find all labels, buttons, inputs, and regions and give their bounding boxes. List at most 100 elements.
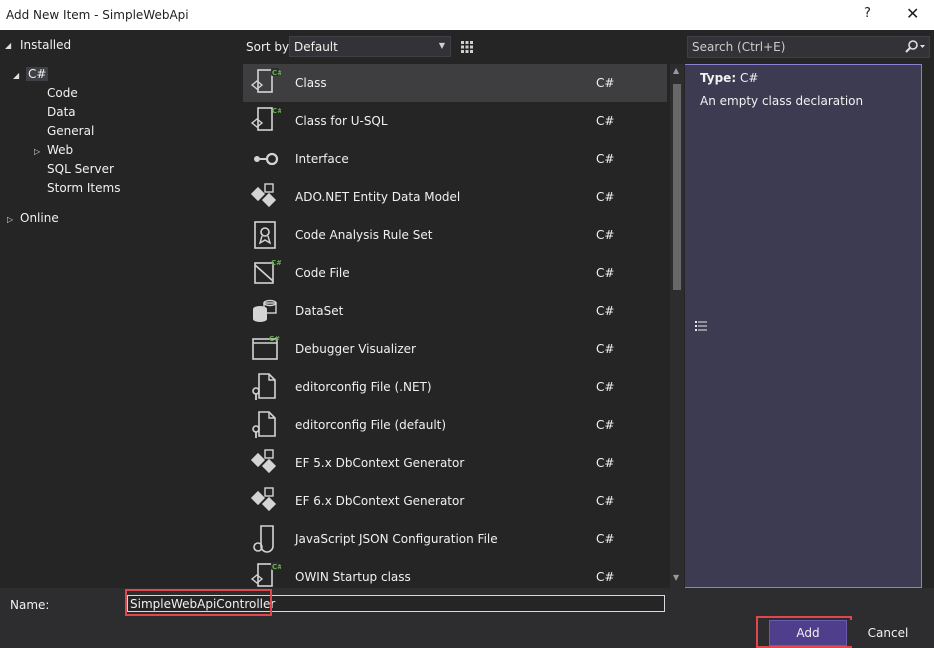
template-name: Interface: [295, 152, 349, 166]
template-name: editorconfig File (.NET): [295, 380, 432, 394]
tree-item-online[interactable]: Online: [20, 211, 59, 225]
template-row[interactable]: EF 5.x DbContext Generator C#: [243, 444, 667, 482]
template-row[interactable]: Code Analysis Rule Set C#: [243, 216, 667, 254]
tree-item-installed[interactable]: Installed: [20, 38, 71, 52]
template-language: C#: [596, 152, 615, 166]
cancel-button[interactable]: Cancel: [849, 620, 927, 646]
ef-generator-icon: [249, 447, 281, 479]
template-row[interactable]: EF 6.x DbContext Generator C#: [243, 482, 667, 520]
grid-view-icon: [460, 40, 473, 53]
svg-text:C#: C#: [269, 335, 280, 343]
collapsed-triangle-icon[interactable]: ▷: [7, 215, 13, 224]
template-language: C#: [596, 380, 615, 394]
template-row[interactable]: editorconfig File (default) C#: [243, 406, 667, 444]
template-row[interactable]: C# Debugger Visualizer C#: [243, 330, 667, 368]
editorconfig-icon: [249, 371, 281, 403]
svg-text:C#: C#: [272, 563, 281, 571]
template-row[interactable]: Interface C#: [243, 140, 667, 178]
template-row[interactable]: C# Code File C#: [243, 254, 667, 292]
interface-icon: [249, 143, 281, 175]
template-name: Class: [295, 76, 327, 90]
template-name: Class for U-SQL: [295, 114, 388, 128]
tree-item-data[interactable]: Data: [47, 105, 76, 119]
tree-item-csharp[interactable]: C#: [26, 67, 49, 81]
template-name: EF 5.x DbContext Generator: [295, 456, 465, 470]
class-usql-icon: C#: [249, 105, 283, 137]
template-language: C#: [596, 76, 615, 90]
template-language: C#: [596, 190, 615, 204]
sort-by-label: Sort by:: [246, 40, 293, 54]
medium-icons-view-button[interactable]: [456, 36, 477, 57]
sort-by-value: Default: [294, 40, 338, 54]
template-name: Debugger Visualizer: [295, 342, 416, 356]
search-placeholder: Search (Ctrl+E): [692, 40, 786, 54]
close-button[interactable]: ✕: [906, 4, 919, 23]
tree-item-code[interactable]: Code: [47, 86, 78, 100]
search-input[interactable]: Search (Ctrl+E): [687, 36, 930, 58]
template-language: C#: [596, 304, 615, 318]
template-row[interactable]: ADO.NET Entity Data Model C#: [243, 178, 667, 216]
svg-text:C#: C#: [272, 107, 281, 115]
name-label: Name:: [10, 598, 50, 612]
search-icon[interactable]: [904, 40, 926, 57]
template-row[interactable]: C# Class for U-SQL C#: [243, 102, 667, 140]
template-row[interactable]: C# Class C#: [243, 64, 667, 102]
details-type-label: Type:: [700, 71, 737, 85]
scroll-down-icon[interactable]: ▼: [673, 573, 679, 582]
template-name: DataSet: [295, 304, 344, 318]
rule-set-icon: [249, 219, 281, 251]
list-view-icon: [695, 321, 707, 331]
template-language: C#: [596, 418, 615, 432]
template-row[interactable]: C# OWIN Startup class C#: [243, 558, 667, 588]
details-type: Type: C#: [700, 71, 758, 85]
template-name: editorconfig File (default): [295, 418, 447, 432]
window-title: Add New Item - SimpleWebApi: [6, 8, 189, 22]
details-type-value: C#: [739, 71, 759, 85]
template-name: EF 6.x DbContext Generator: [295, 494, 465, 508]
code-file-icon: C#: [249, 257, 282, 289]
cancel-button-label: Cancel: [867, 626, 909, 640]
template-language: C#: [596, 532, 615, 546]
dataset-icon: [249, 295, 281, 327]
template-name: Code File: [295, 266, 350, 280]
template-row[interactable]: editorconfig File (.NET) C#: [243, 368, 667, 406]
svg-text:C#: C#: [271, 259, 281, 267]
expanded-triangle-icon[interactable]: ◢: [13, 71, 19, 80]
template-name: ADO.NET Entity Data Model: [295, 190, 461, 204]
add-highlight-box: [756, 616, 852, 648]
template-name: Code Analysis Rule Set: [295, 228, 433, 242]
template-language: C#: [596, 266, 615, 280]
sort-by-dropdown[interactable]: Default ▼: [289, 36, 451, 57]
template-name: OWIN Startup class: [295, 570, 411, 584]
tree-item-general[interactable]: General: [47, 124, 94, 138]
json-config-icon: [249, 523, 281, 555]
template-language: C#: [596, 456, 615, 470]
title-bar: Add New Item - SimpleWebApi ? ✕: [0, 0, 934, 30]
expanded-triangle-icon[interactable]: ◢: [5, 41, 11, 50]
editorconfig-icon: [249, 409, 281, 441]
name-highlight-box: [125, 589, 272, 616]
template-list[interactable]: C#ClassC#C#Class for U-SQLC#InterfaceC#A…: [243, 64, 685, 588]
tree-item-web[interactable]: Web: [47, 143, 73, 157]
template-row[interactable]: DataSet C#: [243, 292, 667, 330]
template-name: JavaScript JSON Configuration File: [295, 532, 498, 546]
template-language: C#: [596, 494, 615, 508]
svg-text:C#: C#: [272, 69, 281, 77]
tree-item-sql-server[interactable]: SQL Server: [47, 162, 114, 176]
template-list-scrollbar[interactable]: ▲ ▼: [670, 64, 684, 588]
details-description: An empty class declaration: [700, 94, 864, 108]
template-language: C#: [596, 114, 615, 128]
collapsed-triangle-icon[interactable]: ▷: [34, 147, 40, 156]
entity-model-icon: [249, 181, 281, 213]
ef-generator-icon: [249, 485, 281, 517]
scroll-up-icon[interactable]: ▲: [673, 66, 679, 75]
debugger-visualizer-icon: C#: [249, 333, 281, 365]
template-row[interactable]: JavaScript JSON Configuration File C#: [243, 520, 667, 558]
template-language: C#: [596, 228, 615, 242]
help-button[interactable]: ?: [864, 6, 871, 21]
chevron-down-icon: ▼: [438, 41, 445, 50]
tree-item-storm-items[interactable]: Storm Items: [47, 181, 120, 195]
class-icon: C#: [249, 561, 283, 588]
scrollbar-thumb[interactable]: [673, 84, 681, 290]
template-language: C#: [596, 570, 615, 584]
